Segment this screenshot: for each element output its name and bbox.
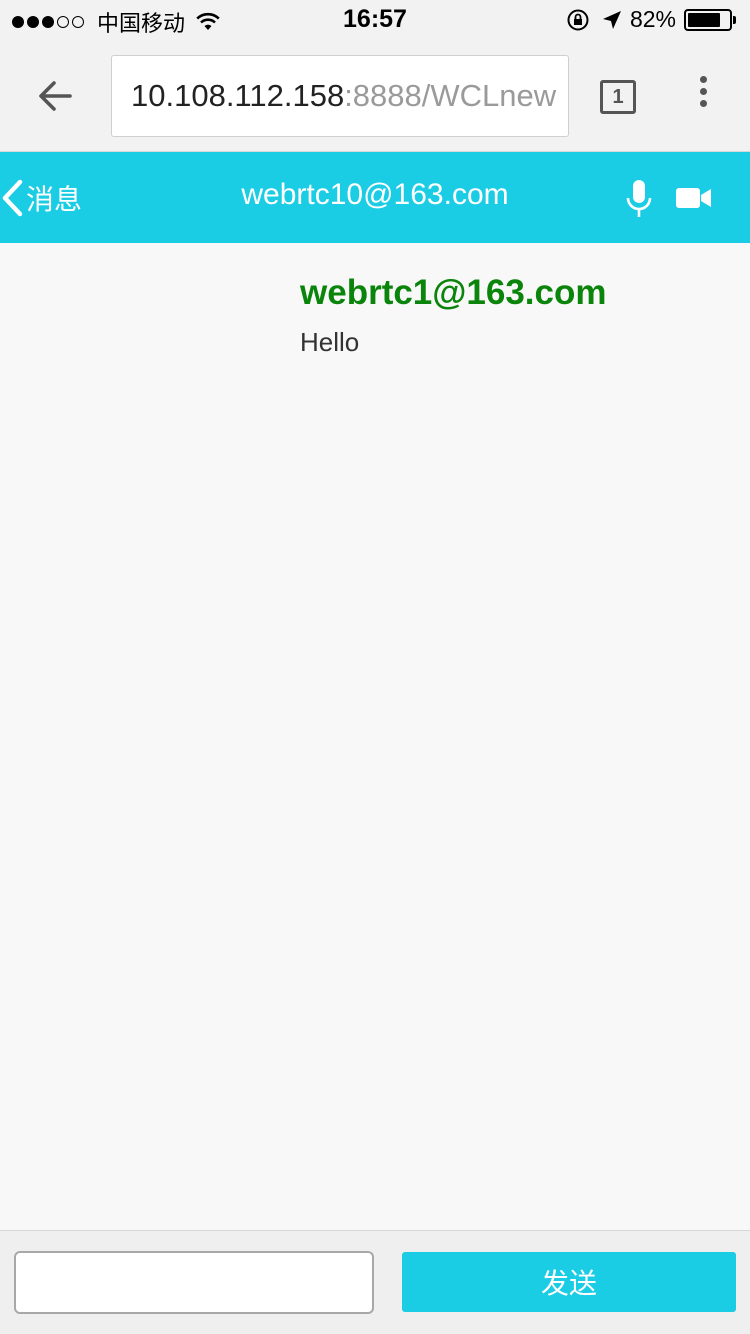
battery-icon [684,8,732,31]
url-host: 10.108.112.158 [131,78,345,113]
message-list: webrtc1@163.com Hello [0,243,750,1230]
page: 中国移动 16:57 82% 10.108.112.158:8888/WCLn… [0,0,750,1334]
send-button[interactable]: 发送 [402,1252,736,1312]
address-bar[interactable]: 10.108.112.158:8888/WCLnew [111,55,569,137]
battery-level [688,12,721,27]
browser-toolbar: 10.108.112.158:8888/WCLnew 1 [0,40,750,152]
location-arrow-icon [602,10,621,29]
composer-bar: 发送 [0,1230,750,1334]
status-right: 82% [566,6,736,33]
url-path: :8888/WCLnew [344,78,557,113]
chat-header: 消息 webrtc10@163.com [0,152,750,243]
message-text: Hello [300,327,360,357]
battery-percent: 82% [629,6,676,32]
message-item: webrtc1@163.com Hello [300,273,607,358]
message-sender: webrtc1@163.com [300,273,607,312]
video-camera-icon[interactable] [674,182,714,214]
message-input[interactable] [14,1251,374,1314]
microphone-icon[interactable] [624,178,654,220]
status-bar: 中国移动 16:57 82% [0,0,750,40]
rotation-lock-icon [567,9,589,30]
tab-switcher-button[interactable]: 1 [600,80,636,114]
browser-back-button[interactable] [34,74,78,118]
battery-cap [733,15,736,24]
overflow-menu-button[interactable] [688,76,718,116]
